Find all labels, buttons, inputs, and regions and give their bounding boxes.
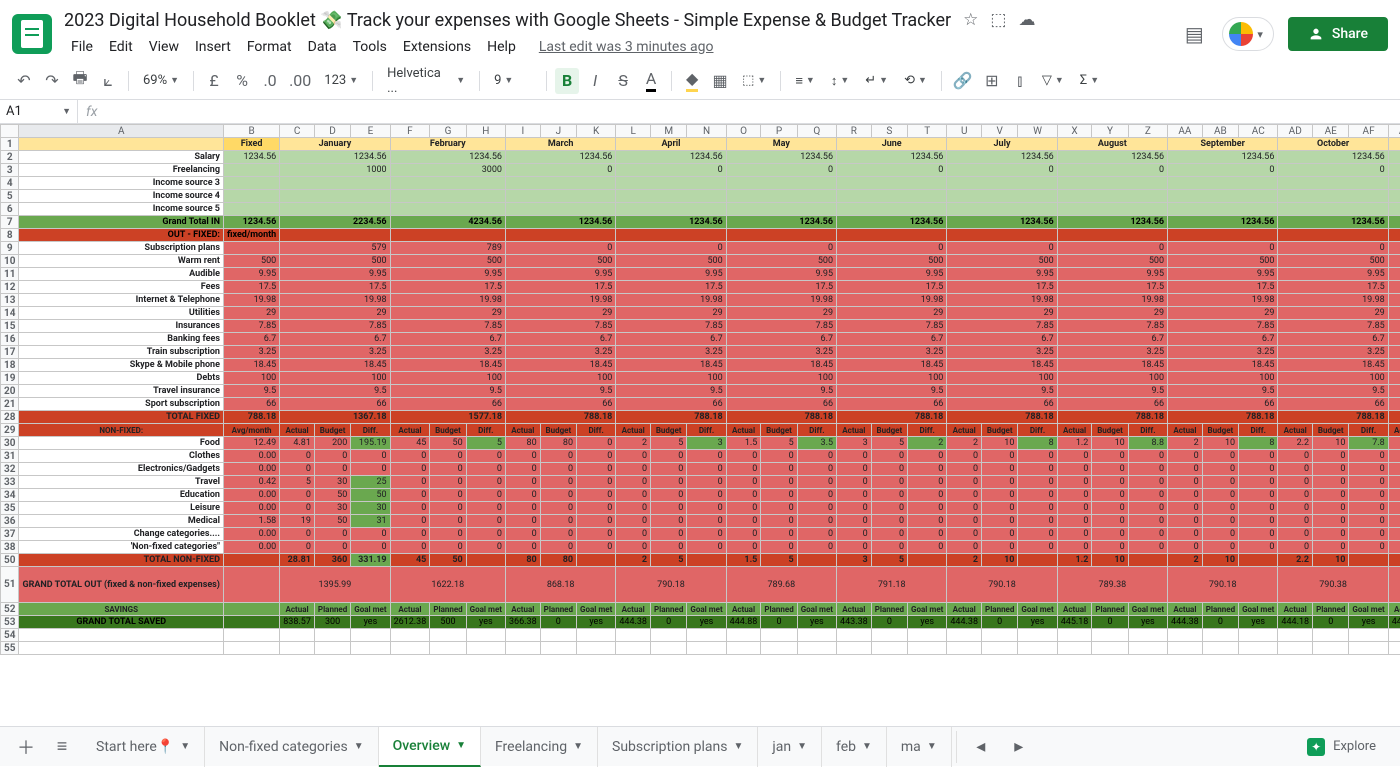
- menu-edit[interactable]: Edit: [102, 35, 140, 59]
- add-sheet-icon[interactable]: ＋: [10, 731, 42, 763]
- explore-button[interactable]: Explore: [1293, 738, 1390, 756]
- comment-icon[interactable]: ⊞: [980, 68, 1004, 94]
- sheet-tab[interactable]: Non-fixed categories▼: [205, 727, 378, 767]
- functions-icon[interactable]: Σ▼: [1074, 68, 1105, 94]
- v-align-icon[interactable]: ↕▼: [825, 68, 855, 94]
- percent-icon[interactable]: %: [230, 68, 254, 94]
- sheet-tab[interactable]: Subscription plans▼: [598, 727, 758, 767]
- tab-next-icon[interactable]: ▸: [1003, 731, 1035, 763]
- decrease-decimal-icon[interactable]: .0: [258, 68, 282, 94]
- fx-icon: fx: [78, 104, 105, 120]
- filter-icon[interactable]: ▽▼: [1036, 68, 1070, 94]
- caret-down-icon: ▼: [733, 741, 743, 752]
- meet-icon: [1229, 22, 1253, 46]
- sheet-tab[interactable]: jan▼: [758, 727, 822, 767]
- italic-icon[interactable]: I: [583, 68, 607, 94]
- paint-format-icon[interactable]: ⟀: [96, 68, 120, 94]
- font-size-select[interactable]: 9▼: [488, 68, 538, 94]
- redo-icon[interactable]: ↷: [40, 68, 64, 94]
- currency-icon[interactable]: £: [202, 68, 226, 94]
- zoom-select[interactable]: 69%▼: [137, 68, 185, 94]
- last-edit[interactable]: Last edit was 3 minutes ago: [539, 39, 714, 55]
- formula-bar: A1▼ fx: [0, 100, 1400, 124]
- rotate-icon[interactable]: ⟲▼: [898, 68, 933, 94]
- sheet-tab[interactable]: ma▼: [887, 727, 952, 767]
- menu-view[interactable]: View: [142, 35, 186, 59]
- menu-extensions[interactable]: Extensions: [396, 35, 478, 59]
- wrap-icon[interactable]: ↵▼: [859, 68, 894, 94]
- increase-decimal-icon[interactable]: .00: [286, 68, 314, 94]
- bold-icon[interactable]: B: [555, 68, 579, 94]
- caret-down-icon: ▼: [927, 741, 937, 752]
- caret-down-icon: ▾: [1257, 28, 1263, 41]
- spreadsheet-grid[interactable]: ABCDEFGHIJKLMNOPQRSTUVWXYZAAABACADAEAFAG…: [0, 124, 1400, 716]
- star-icon[interactable]: ☆: [963, 10, 978, 30]
- cloud-status-icon[interactable]: ☁: [1018, 10, 1035, 30]
- sheet-tab[interactable]: Freelancing▼: [481, 727, 598, 767]
- sheets-logo-icon[interactable]: [12, 14, 52, 54]
- print-icon[interactable]: 🖶: [68, 68, 92, 94]
- undo-icon[interactable]: ↶: [12, 68, 36, 94]
- menu-data[interactable]: Data: [301, 35, 344, 59]
- doc-title[interactable]: 2023 Digital Household Booklet 💸 Track y…: [64, 10, 951, 31]
- menu-help[interactable]: Help: [480, 35, 523, 59]
- borders-icon[interactable]: ▦: [708, 68, 732, 94]
- sheet-tab[interactable]: feb▼: [822, 727, 887, 767]
- share-button[interactable]: Share: [1288, 17, 1388, 51]
- caret-down-icon: ▼: [354, 741, 364, 752]
- sheet-tab-bar: ＋ ≡ Start here📍▼Non-fixed categories▼Ove…: [0, 726, 1400, 766]
- menu-bar: FileEditViewInsertFormatDataToolsExtensi…: [64, 35, 1180, 59]
- comments-icon[interactable]: ▤: [1180, 20, 1208, 48]
- font-select[interactable]: Helvetica ...▼: [381, 68, 471, 94]
- menu-file[interactable]: File: [64, 35, 100, 59]
- format-select[interactable]: 123▼: [318, 68, 364, 94]
- merge-icon[interactable]: ⬚▼: [736, 68, 772, 94]
- tab-prev-icon[interactable]: ◂: [965, 731, 997, 763]
- caret-down-icon: ▼: [797, 741, 807, 752]
- caret-down-icon: ▼: [573, 741, 583, 752]
- explore-icon: [1307, 738, 1325, 756]
- caret-down-icon: ▼: [456, 740, 466, 751]
- share-label: Share: [1332, 26, 1368, 42]
- menu-format[interactable]: Format: [240, 35, 299, 59]
- caret-down-icon: ▼: [862, 741, 872, 752]
- chart-icon[interactable]: ⫾: [1008, 68, 1032, 94]
- strikethrough-icon[interactable]: S: [611, 68, 635, 94]
- fill-color-icon[interactable]: ◆: [680, 68, 704, 94]
- sheet-tab[interactable]: Overview▼: [379, 727, 481, 767]
- toolbar: ↶ ↷ 🖶 ⟀ 69%▼ £ % .0 .00 123▼ Helvetica .…: [0, 62, 1400, 100]
- move-icon[interactable]: ⬚: [990, 10, 1006, 30]
- caret-down-icon: ▼: [180, 741, 190, 752]
- formula-input[interactable]: [105, 100, 1400, 123]
- link-icon[interactable]: 🔗: [950, 68, 976, 94]
- h-align-icon[interactable]: ≡▼: [789, 68, 821, 94]
- menu-tools[interactable]: Tools: [346, 35, 394, 59]
- all-sheets-icon[interactable]: ≡: [46, 731, 78, 763]
- name-box[interactable]: A1▼: [0, 100, 78, 123]
- text-color-icon[interactable]: A: [639, 68, 663, 94]
- meet-button[interactable]: ▾: [1222, 17, 1274, 51]
- menu-insert[interactable]: Insert: [188, 35, 238, 59]
- sheet-tab[interactable]: Start here📍▼: [82, 727, 205, 767]
